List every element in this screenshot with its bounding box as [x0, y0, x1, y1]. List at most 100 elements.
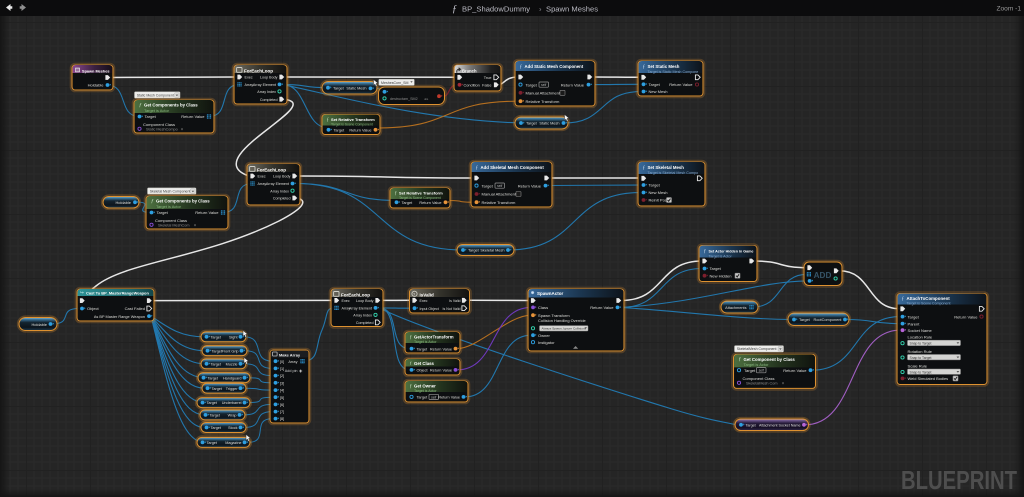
svg-text:Target: Target	[212, 387, 223, 391]
svg-text:Static Mesh Component: Static Mesh Component	[137, 93, 174, 97]
svg-text:Return Value: Return Value	[430, 369, 452, 373]
svg-text:ƒ: ƒ	[452, 4, 457, 15]
svg-text:Return Value: Return Value	[518, 183, 542, 188]
svg-text:Target is Skeletal Mesh Compo: Target is Skeletal Mesh Compo	[648, 171, 699, 175]
svg-text:[8]: [8]	[280, 417, 284, 421]
svg-text:Cast To BP_MasterRangeWeapon: Cast To BP_MasterRangeWeapon	[86, 290, 149, 295]
svg-text:Target: Target	[526, 122, 538, 126]
svg-text:Return Value: Return Value	[195, 210, 219, 215]
svg-text:Holdable: Holdable	[115, 200, 131, 205]
svg-text:Object: Object	[87, 306, 100, 311]
svg-text:Get Components by Class: Get Components by Class	[144, 103, 198, 108]
svg-text:Return Value: Return Value	[783, 368, 807, 373]
svg-text:Wrap: Wrap	[228, 414, 237, 418]
svg-text:Target: Target	[210, 414, 221, 418]
svg-text:Cast Failed: Cast Failed	[125, 306, 145, 311]
svg-text:Target: Target	[211, 335, 222, 339]
svg-text:IsValid: IsValid	[420, 292, 435, 297]
svg-text:Attachment Socket Name: Attachment Socket Name	[759, 424, 800, 428]
svg-text:Target: Target	[799, 318, 811, 322]
svg-text:ForEachLoop: ForEachLoop	[244, 68, 273, 73]
svg-text:[0]: [0]	[280, 360, 284, 364]
svg-text:↪: ↪	[80, 290, 84, 295]
svg-text:As BP Master Range Weapon: As BP Master Range Weapon	[94, 315, 145, 319]
svg-text:Return Value: Return Value	[349, 129, 371, 133]
svg-text:New Mesh: New Mesh	[649, 190, 668, 195]
svg-text:Scale Rule: Scale Rule	[908, 363, 928, 368]
svg-text:[6]: [6]	[280, 403, 284, 407]
svg-text:Exec: Exec	[258, 175, 266, 179]
svg-text:New Mesh: New Mesh	[649, 89, 668, 94]
svg-text:Get Owner: Get Owner	[414, 384, 436, 389]
svg-text:ForEachLoop: ForEachLoop	[257, 167, 286, 172]
svg-text:Target: Target	[211, 426, 222, 430]
svg-text:Always Spawn, Ignore Collision: Always Spawn, Ignore Collisions	[542, 327, 587, 331]
svg-text:Target is Scene Component: Target is Scene Component	[907, 302, 951, 306]
svg-text:Snap to Target: Snap to Target	[910, 342, 932, 346]
svg-text:Return Value: Return Value	[954, 314, 978, 319]
svg-text:Manual Attachment: Manual Attachment	[482, 192, 517, 197]
svg-text:Add Static Mesh Component: Add Static Mesh Component	[525, 64, 584, 69]
svg-text:self: self	[759, 369, 764, 373]
svg-text:Target: Target	[207, 401, 218, 405]
svg-text:Return Value: Return Value	[438, 396, 460, 400]
svg-text:Array Element: Array Element	[266, 182, 289, 186]
svg-text:Holdable: Holdable	[88, 83, 105, 88]
svg-text:Target: Target	[526, 82, 538, 87]
svg-text:Target: Target	[417, 396, 429, 400]
svg-text:Static Mesh: Static Mesh	[539, 122, 559, 126]
svg-text:Relative Transform: Relative Transform	[482, 200, 516, 205]
svg-text:Target: Target	[468, 249, 480, 253]
svg-text:Set Relative Transform: Set Relative Transform	[399, 191, 443, 196]
svg-text:Weld Simulated Bodies: Weld Simulated Bodies	[908, 376, 949, 381]
svg-text:Make Array: Make Array	[279, 352, 301, 357]
svg-text:ForEachLoop: ForEachLoop	[341, 292, 370, 297]
svg-text:Spawn Meshes: Spawn Meshes	[546, 5, 598, 14]
svg-text:Exec: Exec	[245, 76, 253, 80]
svg-text:Holdable: Holdable	[31, 322, 47, 327]
svg-text:Target: Target	[908, 314, 920, 319]
svg-text:Is Valid: Is Valid	[449, 299, 460, 303]
svg-text:Target: Target	[649, 183, 661, 188]
svg-text:New Hidden: New Hidden	[710, 273, 732, 278]
svg-text:Add Skeletal Mesh Component: Add Skeletal Mesh Component	[481, 165, 545, 170]
svg-text:◂ ▸: ◂ ▸	[424, 97, 429, 101]
svg-text:SpawnActor: SpawnActor	[537, 291, 564, 296]
svg-text:Rotation Rule: Rotation Rule	[908, 349, 933, 354]
svg-text:Target is Actor: Target is Actor	[414, 340, 437, 344]
svg-text:Target: Target	[482, 183, 494, 188]
svg-text:Target: Target	[744, 368, 756, 373]
svg-text:self: self	[497, 184, 502, 188]
svg-text:Input Object: Input Object	[420, 307, 439, 311]
svg-text:Condition: Condition	[464, 84, 480, 88]
svg-text:Array Element: Array Element	[253, 83, 276, 87]
svg-text:Target: Target	[710, 266, 722, 271]
svg-text:Is Not Valid: Is Not Valid	[443, 307, 461, 311]
svg-text:Exec: Exec	[342, 299, 350, 303]
svg-text:BP_ShadowDummy: BP_ShadowDummy	[462, 5, 530, 14]
svg-text:Add pin: Add pin	[285, 369, 298, 373]
svg-text:Socket Name: Socket Name	[908, 328, 933, 333]
svg-text:Target: Target	[208, 376, 219, 380]
svg-text:[2]: [2]	[280, 374, 284, 378]
svg-text:Target is Actor: Target is Actor	[156, 204, 182, 209]
svg-text:Location Rule: Location Rule	[908, 335, 933, 340]
svg-text:Set Static Mesh: Set Static Mesh	[648, 64, 680, 69]
svg-text:Target is Actor: Target is Actor	[709, 254, 733, 258]
svg-text:Owner: Owner	[538, 333, 551, 338]
svg-text:Target: Target	[211, 362, 222, 366]
svg-text:Muzzle: Muzzle	[226, 362, 238, 366]
svg-text:Completed: Completed	[356, 321, 374, 325]
svg-text:Target: Target	[649, 82, 661, 87]
svg-text:AttachToComponent: AttachToComponent	[907, 296, 951, 301]
svg-text:Attachments: Attachments	[725, 306, 746, 310]
svg-text:Array Index: Array Index	[257, 90, 276, 94]
svg-text:Array: Array	[288, 360, 297, 364]
svg-text:[4]: [4]	[280, 389, 284, 393]
svg-text:[1]: [1]	[280, 367, 284, 371]
svg-text:SkeletalMesh Component: SkeletalMesh Component	[737, 347, 777, 351]
svg-text:Exec: Exec	[420, 299, 428, 303]
svg-text:[7]: [7]	[280, 410, 284, 414]
svg-text:BLUEPRINT: BLUEPRINT	[901, 467, 1017, 495]
svg-text:Set Relative Transform: Set Relative Transform	[331, 117, 375, 122]
